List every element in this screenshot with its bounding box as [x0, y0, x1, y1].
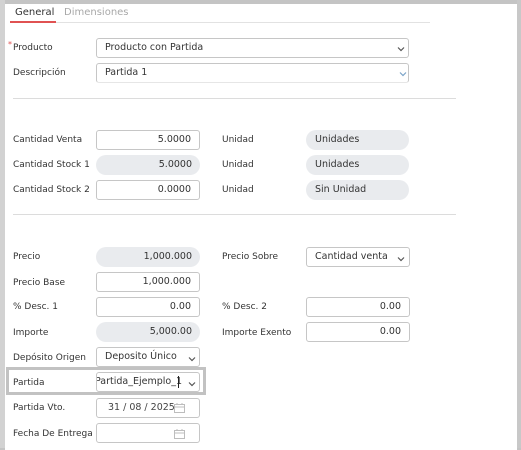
producto-select[interactable]: Producto con Partida [96, 38, 409, 58]
precio-base-input[interactable]: 1,000.000 [96, 272, 200, 292]
cantidad-venta-value: 5.0000 [157, 134, 191, 145]
active-tab-indicator [10, 21, 56, 23]
partida-value-wrap: Partida_Ejemplo_1 [97, 373, 182, 391]
cantidad-stock2-value: 0.0000 [157, 184, 191, 195]
producto-value: Producto con Partida [105, 42, 204, 53]
required-marker: * [8, 40, 12, 49]
unidad-stock2-readonly: Sin Unidad [306, 180, 409, 200]
unidad-venta-value: Unidades [315, 134, 360, 145]
precio-sobre-value: Cantidad venta [315, 251, 388, 262]
deposito-label: Depósito Origen [13, 353, 87, 363]
tab-bar-divider [56, 22, 430, 23]
partida-label: Partida [13, 378, 45, 388]
partida-vto-label: Partida Vto. [13, 403, 66, 413]
precio-sobre-select[interactable]: Cantidad venta [306, 247, 410, 267]
importe-label: Importe [13, 328, 49, 338]
chevron-down-icon[interactable] [187, 379, 197, 389]
importe-exento-label: Importe Exento [222, 328, 292, 338]
precio-base-value: 1,000.000 [142, 276, 191, 287]
desc2-value: 0.00 [379, 301, 401, 312]
tab-general[interactable]: General [15, 7, 54, 18]
chevron-down-icon[interactable] [398, 69, 408, 79]
desc1-value: 0.00 [169, 301, 191, 312]
descripcion-label: Descripción [13, 68, 66, 78]
precio-base-label: Precio Base [13, 278, 66, 288]
unidad-venta-label: Unidad [222, 135, 254, 145]
cantidad-venta-input[interactable]: 5.0000 [96, 130, 200, 150]
calendar-icon[interactable] [174, 429, 185, 439]
chevron-down-icon[interactable] [187, 354, 197, 364]
cantidad-stock2-input[interactable]: 0.0000 [96, 180, 200, 200]
desc2-input[interactable]: 0.00 [306, 297, 410, 317]
section-divider [13, 214, 456, 215]
unidad-stock2-label: Unidad [222, 185, 254, 195]
cantidad-stock2-label: Cantidad Stock 2 [13, 185, 90, 195]
cantidad-stock1-label: Cantidad Stock 1 [13, 160, 90, 170]
importe-exento-value: 0.00 [379, 326, 401, 337]
fecha-entrega-label: Fecha De Entrega [13, 429, 93, 439]
precio-value: 1,000.000 [143, 251, 192, 262]
partida-select[interactable]: Partida_Ejemplo_1 [96, 372, 200, 392]
importe-exento-input[interactable]: 0.00 [306, 322, 410, 342]
deposito-select[interactable]: Deposito Único [96, 347, 200, 367]
partida-vto-value: 31 / 08 / 2025 [108, 402, 175, 413]
descripcion-input[interactable]: Partida 1 [96, 63, 409, 83]
window-edge-right [517, 0, 521, 448]
chevron-down-icon[interactable] [396, 254, 406, 264]
precio-readonly: 1,000.000 [96, 247, 200, 267]
deposito-value: Deposito Único [105, 351, 177, 362]
unidad-stock1-value: Unidades [315, 159, 360, 170]
tab-dimensiones[interactable]: Dimensiones [64, 7, 129, 18]
desc2-label: % Desc. 2 [222, 302, 267, 312]
unidad-stock1-readonly: Unidades [306, 155, 409, 175]
unidad-stock2-value: Sin Unidad [315, 184, 367, 195]
calendar-icon[interactable] [174, 403, 185, 413]
desc1-label: % Desc. 1 [13, 302, 58, 312]
precio-label: Precio [13, 252, 41, 262]
producto-label: Producto [13, 43, 53, 53]
importe-readonly: 5,000.00 [96, 322, 200, 342]
unidad-venta-readonly: Unidades [306, 130, 409, 150]
cantidad-stock1-value: 5.0000 [158, 159, 192, 170]
cantidad-stock1-readonly: 5.0000 [96, 155, 200, 175]
descripcion-value: Partida 1 [105, 67, 148, 78]
partida-value: Partida_Ejemplo_1 [97, 376, 182, 387]
cantidad-venta-label: Cantidad Venta [13, 135, 83, 145]
desc1-input[interactable]: 0.00 [96, 297, 200, 317]
unidad-stock1-label: Unidad [222, 160, 254, 170]
precio-sobre-label: Precio Sobre [222, 252, 279, 262]
importe-value: 5,000.00 [149, 326, 192, 337]
text-cursor [178, 376, 179, 388]
section-divider [13, 98, 456, 99]
chevron-down-icon[interactable] [396, 44, 406, 54]
